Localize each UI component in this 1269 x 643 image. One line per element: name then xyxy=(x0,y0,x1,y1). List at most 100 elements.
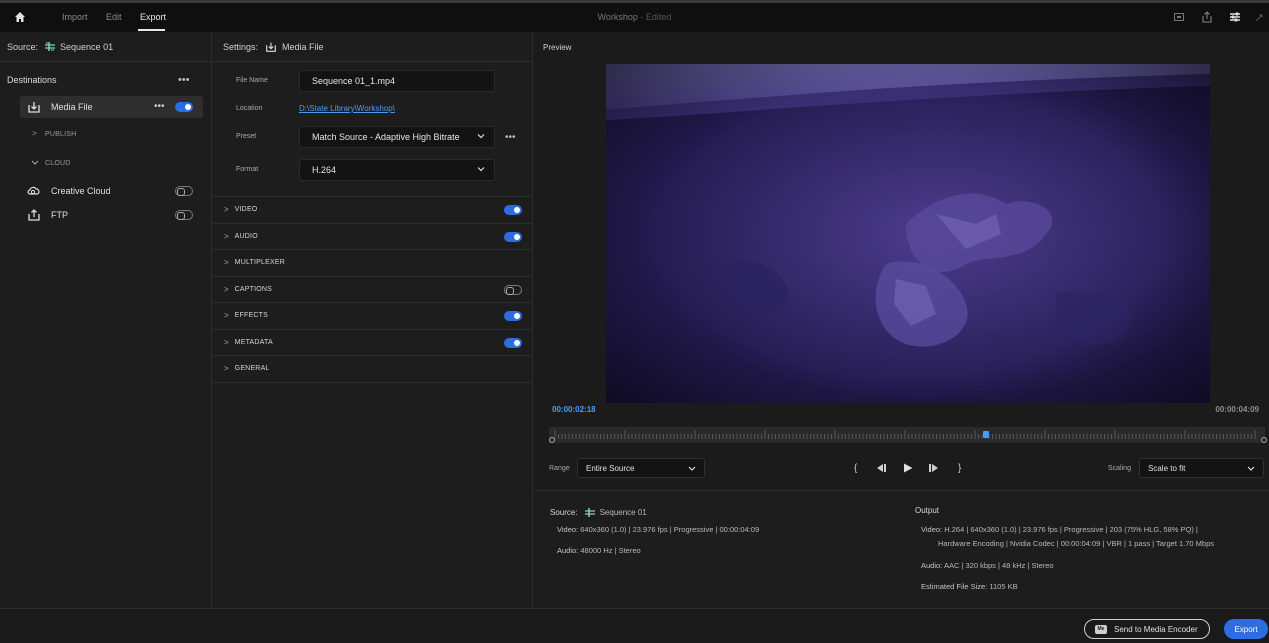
format-label: Format xyxy=(236,166,259,173)
section-metadata[interactable]: > METADATA xyxy=(213,328,532,355)
set-in-point-button[interactable]: { xyxy=(854,463,857,474)
cloud-chevron-down-icon[interactable] xyxy=(31,160,39,166)
scaling-label: Scaling xyxy=(1108,465,1131,472)
section-effects-toggle[interactable] xyxy=(504,311,522,321)
output-video-info: Video: H.264 | 640x360 (1.0) | 23.976 fp… xyxy=(921,525,1198,534)
chevron-right-icon: > xyxy=(224,258,229,267)
set-out-point-button[interactable]: } xyxy=(958,463,961,474)
preset-select[interactable]: Match Source - Adaptive High Bitrate xyxy=(299,126,495,148)
estimated-file-size: Estimated File Size: 1105 KB xyxy=(921,582,1018,591)
media-file-toggle[interactable] xyxy=(175,102,193,112)
duration-timecode: 00:00:04:09 xyxy=(1215,405,1259,414)
scaling-select[interactable]: Scale to fit xyxy=(1139,458,1264,478)
play-icon[interactable] xyxy=(903,463,913,473)
section-label: EFFECTS xyxy=(234,312,268,319)
chevron-down-icon xyxy=(1247,466,1255,471)
section-label: AUDIO xyxy=(234,232,258,240)
source-audio-info: Audio: 48000 Hz | Stereo xyxy=(557,546,641,555)
creative-cloud-toggle[interactable] xyxy=(175,186,193,196)
source-sequence-name: Sequence 01 xyxy=(60,41,114,52)
section-video-toggle[interactable] xyxy=(504,205,522,215)
creative-cloud-icon xyxy=(27,186,40,195)
preview-video-frame xyxy=(606,64,1210,403)
in-point-handle[interactable] xyxy=(549,437,555,443)
format-value: H.264 xyxy=(312,165,337,175)
chevron-right-icon: > xyxy=(224,311,229,320)
send-to-media-encoder-label: Send to Media Encoder xyxy=(1114,624,1198,634)
playhead-handle[interactable] xyxy=(982,431,989,438)
section-label: METADATA xyxy=(234,338,273,346)
timeline-ticks xyxy=(554,430,1256,439)
section-label: GENERAL xyxy=(234,365,270,372)
media-file-label: Media File xyxy=(51,102,93,112)
range-label: Range xyxy=(549,465,570,472)
publish-section[interactable]: PUBLISH xyxy=(45,131,76,138)
share-icon[interactable] xyxy=(1201,11,1213,23)
source-summary-sequence: Sequence 01 xyxy=(599,508,647,517)
settings-label: Settings: xyxy=(223,41,259,52)
preview-title: Preview xyxy=(543,43,572,52)
location-label: Location xyxy=(236,105,263,112)
chevron-down-icon xyxy=(477,134,485,139)
file-name-input[interactable]: Sequence 01_1.mp4 xyxy=(299,70,495,92)
cloud-section[interactable]: CLOUD xyxy=(45,160,71,167)
destinations-panel: Source: Sequence 01 Destinations ••• Med… xyxy=(0,32,212,608)
preset-value: Match Source - Adaptive High Bitrate xyxy=(312,132,460,142)
current-timecode[interactable]: 00:00:02:18 xyxy=(552,405,596,414)
section-captions-toggle[interactable] xyxy=(504,284,522,295)
media-file-more-button[interactable]: ••• xyxy=(154,102,165,112)
section-label: VIDEO xyxy=(234,206,258,213)
chevron-down-icon xyxy=(477,167,485,172)
step-forward-icon[interactable] xyxy=(928,463,940,473)
section-audio[interactable]: > AUDIO xyxy=(213,222,532,249)
range-select[interactable]: Entire Source xyxy=(577,458,705,478)
export-button[interactable]: Export xyxy=(1224,619,1268,639)
ftp-label: FTP xyxy=(51,210,68,220)
output-video-info-cont: Hardware Encoding | Nvidia Codec | 00:00… xyxy=(938,539,1215,548)
settings-panel: Settings: Media File File Name Sequence … xyxy=(213,32,533,608)
sequence-icon xyxy=(584,508,595,517)
top-bar: Import Edit Export Workshop - Edited xyxy=(0,0,1269,32)
scaling-value: Scale to fit xyxy=(1148,463,1186,473)
settings-header: Settings: Media File xyxy=(213,32,532,62)
source-header: Source: Sequence 01 xyxy=(0,32,211,62)
out-point-handle[interactable] xyxy=(1261,437,1267,443)
section-audio-toggle[interactable] xyxy=(504,231,522,242)
file-name-label: File Name xyxy=(236,77,268,84)
creative-cloud-label: Creative Cloud xyxy=(51,186,111,196)
section-general[interactable]: > GENERAL xyxy=(213,355,532,381)
section-captions[interactable]: > CAPTIONS xyxy=(213,275,532,302)
location-link[interactable]: D:\State Library\Workshop\ xyxy=(299,104,395,113)
ftp-toggle[interactable] xyxy=(175,210,193,220)
sections-divider xyxy=(213,382,532,383)
destinations-more-button[interactable]: ••• xyxy=(178,75,190,86)
media-file-icon xyxy=(28,102,40,113)
quick-export-icon[interactable] xyxy=(1173,11,1185,23)
settings-target: Media File xyxy=(282,41,324,52)
preview-panel: Preview 00:00:02:18 00:00:04:09 Range En… xyxy=(534,32,1269,608)
workspace-menu-icon[interactable] xyxy=(1229,11,1241,23)
sequence-icon xyxy=(45,42,56,51)
bottom-bar: Me Send to Media Encoder Export xyxy=(0,608,1269,643)
timeline-scrubber[interactable] xyxy=(549,427,1265,443)
preset-label: Preset xyxy=(236,133,257,140)
section-multiplexer[interactable]: > MULTIPLEXER xyxy=(213,249,532,275)
section-label: CAPTIONS xyxy=(234,285,273,293)
section-metadata-toggle[interactable] xyxy=(504,337,522,348)
publish-chevron-icon[interactable]: > xyxy=(32,129,37,138)
source-summary-header: Source: Sequence 01 xyxy=(550,507,647,518)
format-select[interactable]: H.264 xyxy=(299,159,495,181)
section-effects[interactable]: > EFFECTS xyxy=(213,302,532,328)
fullscreen-icon[interactable] xyxy=(1254,11,1264,23)
destinations-title: Destinations xyxy=(7,75,57,85)
send-to-media-encoder-button[interactable]: Me Send to Media Encoder xyxy=(1084,619,1210,639)
step-back-icon[interactable] xyxy=(875,463,887,473)
project-title: Workshop - Edited xyxy=(597,12,672,22)
section-video[interactable]: > VIDEO xyxy=(213,196,532,222)
range-value: Entire Source xyxy=(586,463,635,473)
summary-panel: Source: Sequence 01 Video: 640x360 (1.0)… xyxy=(534,490,1269,608)
output-summary-title: Output xyxy=(915,506,940,515)
aerial-landscape-image xyxy=(606,64,1210,403)
preset-more-button[interactable]: ••• xyxy=(505,133,516,143)
media-file-icon xyxy=(266,42,276,52)
